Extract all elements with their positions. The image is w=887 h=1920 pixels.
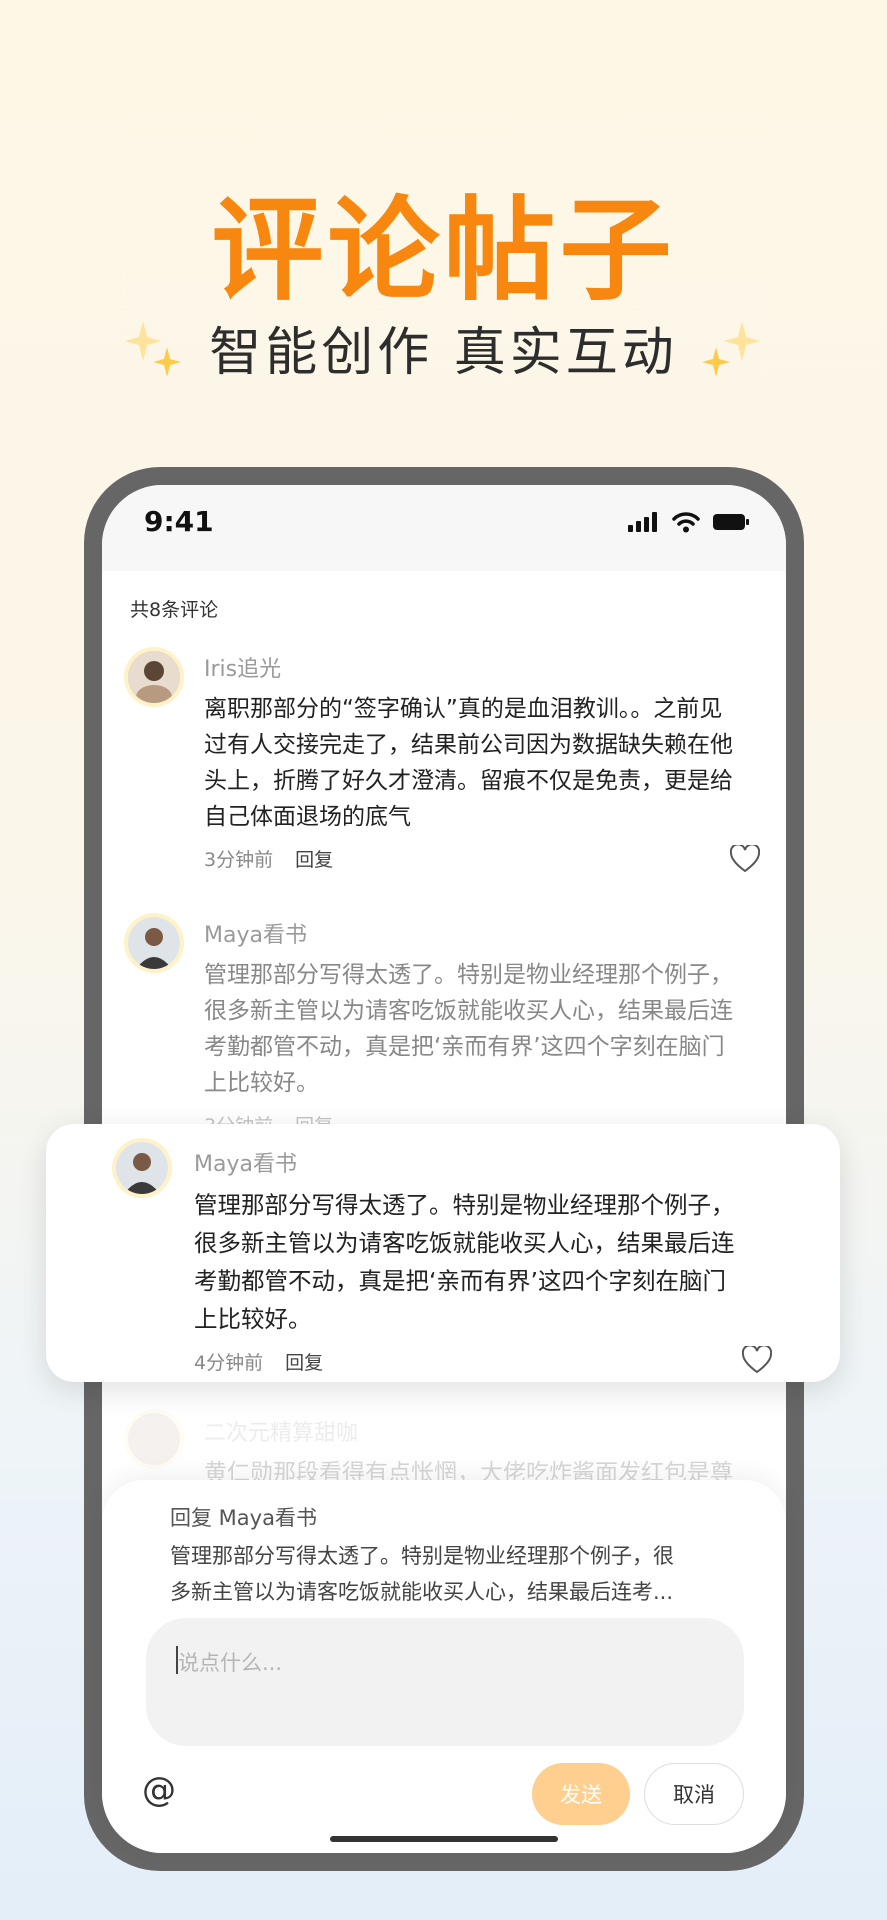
comment-username[interactable]: Iris追光: [204, 651, 281, 683]
reply-sheet: 回复 Maya看书 管理那部分写得太透了。特别是物业经理那个例子，很 多新主管以…: [102, 1480, 786, 1853]
comment-meta: 4分钟前 回复: [194, 1348, 323, 1375]
comment-line: 头上，折腾了好久才澄清。留痕不仅是免责，更是给: [204, 768, 733, 794]
comment-username[interactable]: Maya看书: [194, 1146, 297, 1178]
sparkle-icon: [701, 320, 760, 377]
reply-target: 回复 Maya看书: [170, 1506, 317, 1530]
comment-line: 离职那部分的“签字确认”真的是血泪教训。。之前见: [204, 696, 723, 722]
hero-title: 评论帖子: [211, 186, 676, 316]
comment-line: 很多新主管以为请客吃饭就能收买人心，结果最后连: [194, 1229, 735, 1257]
hero-subtitle-row: 智能创作 真实互动: [0, 310, 887, 385]
quote-line: 多新主管以为请客吃饭就能收买人心，结果最后连考...: [170, 1580, 674, 1604]
cancel-button[interactable]: 取消: [644, 1763, 744, 1825]
comment-text: 管理那部分写得太透了。特别是物业经理那个例子， 很多新主管以为请客吃饭就能收买人…: [204, 957, 764, 1101]
status-bar: 9:41: [102, 485, 786, 571]
comment-count: 共8条评论: [130, 599, 219, 621]
avatar[interactable]: [128, 1413, 180, 1465]
signal-icon: [628, 512, 657, 532]
comment-username[interactable]: 二次元精算甜咖: [204, 1415, 358, 1447]
comment-line: 上比较好。: [204, 1070, 319, 1096]
reply-quote: 管理那部分写得太透了。特别是物业经理那个例子，很 多新主管以为请客吃饭就能收买人…: [170, 1538, 730, 1610]
comment-meta: 3分钟前 回复: [204, 845, 333, 872]
heart-icon[interactable]: [730, 845, 760, 873]
comment-input[interactable]: [176, 1642, 700, 1684]
reply-button[interactable]: 回复: [285, 1348, 323, 1375]
avatar[interactable]: [128, 917, 180, 969]
send-button[interactable]: 发送: [532, 1763, 630, 1825]
comment-text: 管理那部分写得太透了。特别是物业经理那个例子， 很多新主管以为请客吃饭就能收买人…: [194, 1186, 814, 1338]
highlighted-comment-card: Maya看书 管理那部分写得太透了。特别是物业经理那个例子， 很多新主管以为请客…: [46, 1124, 840, 1382]
avatar[interactable]: [116, 1142, 168, 1194]
comment-input-box[interactable]: [146, 1618, 744, 1746]
comment-time: 3分钟前: [204, 849, 274, 871]
comment-time: 4分钟前: [194, 1352, 264, 1374]
mention-icon[interactable]: @: [142, 1770, 176, 1810]
reply-button[interactable]: 回复: [295, 845, 333, 872]
home-indicator[interactable]: [330, 1836, 558, 1842]
comment-line: 上比较好。: [194, 1305, 312, 1333]
comment-line: 很多新主管以为请客吃饭就能收买人心，结果最后连: [204, 998, 733, 1024]
hero-subtitle: 智能创作 真实互动: [209, 323, 678, 383]
comment-line: 考勤都管不动，真是把‘亲而有界’这四个字刻在脑门: [194, 1267, 726, 1295]
comment-text: 离职那部分的“签字确认”真的是血泪教训。。之前见 过有人交接完走了，结果前公司因…: [204, 691, 764, 835]
comment-line: 管理那部分写得太透了。特别是物业经理那个例子，: [204, 962, 733, 988]
battery-icon: [713, 514, 749, 530]
wifi-icon: [672, 512, 700, 533]
comment-line: 考勤都管不动，真是把‘亲而有界’这四个字刻在脑门: [204, 1034, 725, 1060]
status-time: 9:41: [144, 505, 214, 538]
sparkle-icon: [125, 320, 182, 377]
comment-line: 管理那部分写得太透了。特别是物业经理那个例子，: [194, 1191, 735, 1219]
quote-line: 管理那部分写得太透了。特别是物业经理那个例子，很: [170, 1544, 674, 1568]
heart-icon[interactable]: [742, 1346, 772, 1374]
comment-username[interactable]: Maya看书: [204, 917, 307, 949]
comment-line: 自己体面退场的底气: [204, 804, 411, 830]
status-icons: [628, 511, 750, 533]
comment-line: 过有人交接完走了，结果前公司因为数据缺失赖在他: [204, 732, 733, 758]
avatar[interactable]: [128, 651, 180, 703]
